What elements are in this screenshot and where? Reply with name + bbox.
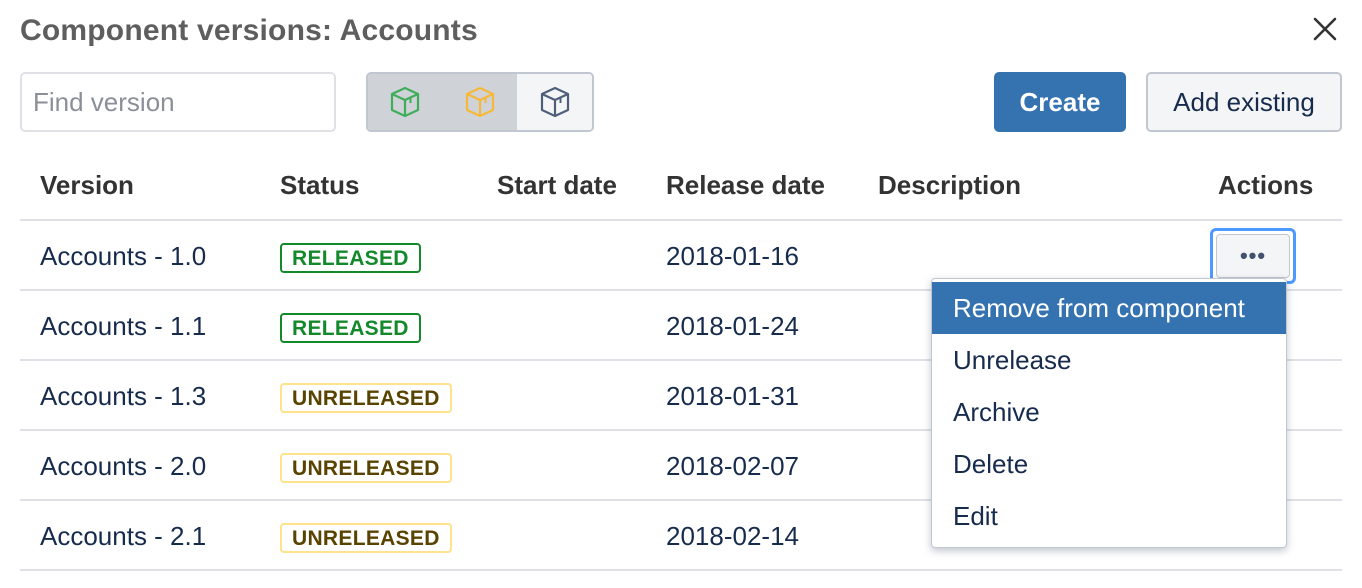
status-badge: UNRELEASED [280,383,452,413]
filter-released-button[interactable] [368,74,443,130]
column-header-version[interactable]: Version [40,170,134,201]
status-badge: UNRELEASED [280,523,452,553]
status-badge: UNRELEASED [280,453,452,483]
column-header-description: Description [878,170,1022,200]
add-existing-button[interactable]: Add existing [1146,72,1342,132]
version-name[interactable]: Accounts - 2.1 [40,521,206,552]
menu-item-delete[interactable]: Delete [932,438,1286,490]
release-date: 2018-02-07 [666,451,799,481]
column-header-start-date[interactable]: Start date [497,170,617,201]
menu-item-edit[interactable]: Edit [932,490,1286,542]
version-name[interactable]: Accounts - 1.3 [40,381,206,412]
filter-unreleased-button[interactable] [442,74,518,130]
row-actions-button[interactable]: ••• [1210,228,1296,284]
version-name[interactable]: Accounts - 1.1 [40,311,206,342]
actions-dropdown-menu: Remove from component Unrelease Archive … [931,278,1287,548]
column-header-status[interactable]: Status [280,170,359,201]
menu-item-remove-from-component[interactable]: Remove from component [932,282,1286,334]
create-button[interactable]: Create [994,72,1126,132]
status-badge: RELEASED [280,243,421,273]
version-status-filter [366,72,594,132]
filter-archived-button[interactable] [517,74,592,130]
column-header-actions: Actions [1218,170,1314,200]
archived-package-icon [540,86,569,118]
close-icon[interactable] [1308,12,1342,46]
column-header-release-date[interactable]: Release date [666,170,825,201]
version-name[interactable]: Accounts - 1.0 [40,241,206,272]
release-date: 2018-01-31 [666,381,799,411]
released-package-icon [391,86,420,118]
menu-item-unrelease[interactable]: Unrelease [932,334,1286,386]
menu-item-archive[interactable]: Archive [932,386,1286,438]
version-name[interactable]: Accounts - 2.0 [40,451,206,482]
release-date: 2018-01-24 [666,311,799,341]
release-date: 2018-02-14 [666,521,799,551]
release-date: 2018-01-16 [666,241,799,271]
dialog-title: Component versions: Accounts [20,14,478,47]
status-badge: RELEASED [280,313,421,343]
find-version-input[interactable] [20,72,336,132]
more-icon: ••• [1216,234,1290,278]
unreleased-package-icon [465,86,495,118]
